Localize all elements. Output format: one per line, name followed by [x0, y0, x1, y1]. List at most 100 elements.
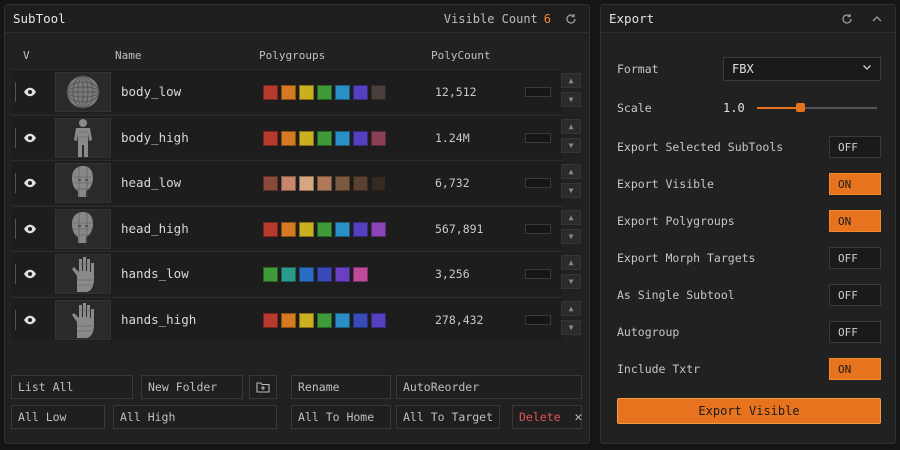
export-option-toggle[interactable]: OFF: [829, 284, 881, 306]
visibility-eye-icon[interactable]: [15, 309, 43, 330]
subtool-name[interactable]: head_high: [121, 221, 189, 236]
subtool-name[interactable]: hands_low: [121, 266, 189, 281]
auto-reorder-button[interactable]: AutoReorder: [396, 375, 582, 399]
scale-slider-handle[interactable]: [796, 103, 806, 112]
polygroup-swatch[interactable]: [317, 221, 332, 237]
polygroup-swatch[interactable]: [281, 130, 296, 146]
list-all-button[interactable]: List All: [11, 375, 133, 399]
subtool-row[interactable]: body_high 1.24M: [11, 114, 563, 159]
subtool-name[interactable]: hands_high: [121, 312, 196, 327]
visibility-eye-icon[interactable]: [15, 218, 43, 239]
polygroup-swatch[interactable]: [263, 312, 278, 328]
visibility-eye-icon[interactable]: [15, 127, 43, 148]
export-option-toggle[interactable]: ON: [829, 358, 881, 380]
polygroup-swatch[interactable]: [335, 130, 350, 146]
polygroup-swatch[interactable]: [335, 85, 350, 100]
polygroup-swatch[interactable]: [353, 267, 368, 282]
all-low-button[interactable]: All Low: [11, 405, 105, 429]
move-up-icon[interactable]: ▲: [561, 118, 581, 134]
polygroup-swatch[interactable]: [353, 130, 368, 146]
move-down-icon[interactable]: ▼: [561, 137, 581, 153]
subtool-row[interactable]: head_low 6,732: [11, 160, 563, 204]
polygroup-swatch[interactable]: [371, 221, 386, 237]
polygroup-swatch[interactable]: [353, 176, 368, 191]
polygroup-swatch[interactable]: [317, 267, 332, 282]
move-up-icon[interactable]: ▲: [561, 73, 581, 88]
move-down-icon[interactable]: ▼: [561, 228, 581, 244]
subdivision-slider[interactable]: [525, 223, 551, 234]
polygroup-swatch[interactable]: [299, 312, 314, 328]
subdivision-slider[interactable]: [525, 314, 551, 325]
polygroup-swatch[interactable]: [335, 221, 350, 237]
polygroup-swatch[interactable]: [299, 176, 314, 191]
subdivision-slider[interactable]: [525, 269, 551, 279]
polygroup-swatch[interactable]: [299, 130, 314, 146]
polygroup-swatch[interactable]: [281, 267, 296, 282]
all-high-button[interactable]: All High: [113, 405, 277, 429]
all-to-target-button[interactable]: All To Target: [396, 405, 500, 429]
move-up-icon[interactable]: ▲: [561, 164, 581, 179]
polygroup-swatch[interactable]: [353, 221, 368, 237]
subdivision-slider[interactable]: [525, 178, 551, 188]
polygroup-swatch[interactable]: [263, 267, 278, 282]
polygroup-swatch[interactable]: [371, 130, 386, 146]
scale-slider[interactable]: [757, 103, 877, 112]
export-visible-button[interactable]: Export Visible: [617, 398, 881, 424]
rename-button[interactable]: Rename: [291, 375, 391, 399]
polygroup-swatch[interactable]: [281, 221, 296, 237]
subtool-row[interactable]: body_low 12,512: [11, 69, 563, 113]
polygroup-swatch[interactable]: [335, 267, 350, 282]
polygroup-swatch[interactable]: [317, 85, 332, 100]
format-select[interactable]: FBX: [723, 57, 881, 81]
polygroup-swatch[interactable]: [353, 85, 368, 100]
subtool-row[interactable]: hands_low 3,256: [11, 251, 563, 295]
move-up-icon[interactable]: ▲: [561, 300, 581, 316]
polygroup-swatch[interactable]: [281, 176, 296, 191]
subtool-name[interactable]: head_low: [121, 175, 181, 190]
polygroup-swatch[interactable]: [371, 85, 386, 100]
subtool-row[interactable]: hands_high 278,432: [11, 296, 563, 341]
subtool-name[interactable]: body_high: [121, 130, 189, 145]
export-option-toggle[interactable]: OFF: [829, 247, 881, 269]
polygroup-swatch[interactable]: [299, 85, 314, 100]
polygroup-swatch[interactable]: [299, 221, 314, 237]
polygroup-swatch[interactable]: [353, 312, 368, 328]
subtool-name[interactable]: body_low: [121, 84, 181, 99]
move-down-icon[interactable]: ▼: [561, 274, 581, 289]
polygroup-swatch[interactable]: [371, 312, 386, 328]
refresh-icon[interactable]: [837, 9, 857, 29]
move-down-icon[interactable]: ▼: [561, 183, 581, 198]
subdivision-slider[interactable]: [525, 132, 551, 143]
export-option-toggle[interactable]: OFF: [829, 136, 881, 158]
polygroup-swatch[interactable]: [317, 312, 332, 328]
polygroup-swatch[interactable]: [263, 85, 278, 100]
export-option-toggle[interactable]: ON: [829, 173, 881, 195]
polygroup-swatch[interactable]: [335, 312, 350, 328]
refresh-icon[interactable]: [561, 9, 581, 29]
new-folder-button[interactable]: New Folder: [141, 375, 243, 399]
visibility-eye-icon[interactable]: [15, 82, 43, 102]
polygroup-swatch[interactable]: [371, 176, 386, 191]
move-up-icon[interactable]: ▲: [561, 209, 581, 225]
collapse-icon[interactable]: [867, 9, 887, 29]
polygroup-swatch[interactable]: [317, 130, 332, 146]
polygroup-swatch[interactable]: [335, 176, 350, 191]
move-down-icon[interactable]: ▼: [561, 92, 581, 107]
export-option-toggle[interactable]: OFF: [829, 321, 881, 343]
move-down-icon[interactable]: ▼: [561, 319, 581, 335]
new-folder-icon[interactable]: [249, 375, 277, 399]
subdivision-slider[interactable]: [525, 87, 551, 97]
close-icon[interactable]: ✕: [575, 410, 583, 425]
all-to-home-button[interactable]: All To Home: [291, 405, 391, 429]
polygroup-swatch[interactable]: [281, 312, 296, 328]
visibility-eye-icon[interactable]: [15, 173, 43, 193]
delete-button[interactable]: Delete ✕: [512, 405, 582, 429]
polygroup-swatch[interactable]: [263, 130, 278, 146]
polygroup-swatch[interactable]: [281, 85, 296, 100]
move-up-icon[interactable]: ▲: [561, 255, 581, 270]
polygroup-swatch[interactable]: [263, 221, 278, 237]
visibility-eye-icon[interactable]: [15, 264, 43, 284]
subtool-row[interactable]: head_high 567,891: [11, 205, 563, 250]
polygroup-swatch[interactable]: [263, 176, 278, 191]
export-option-toggle[interactable]: ON: [829, 210, 881, 232]
